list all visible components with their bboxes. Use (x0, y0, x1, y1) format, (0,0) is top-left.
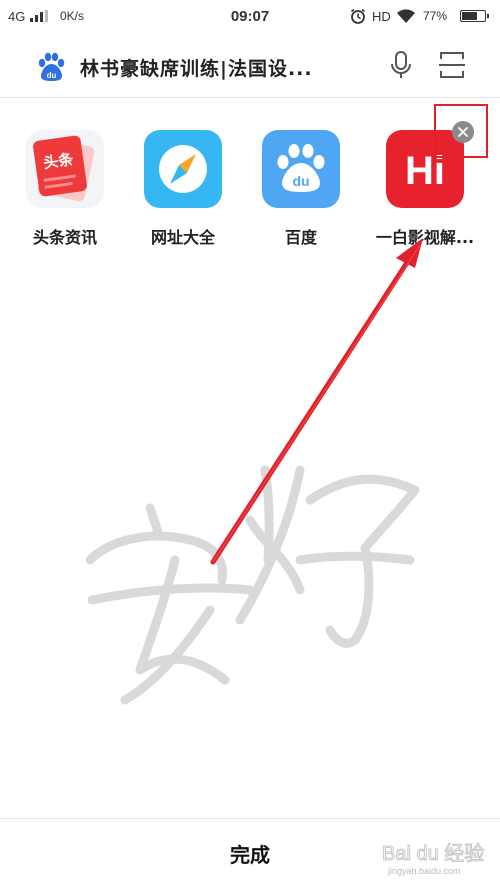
search-query-title[interactable]: 林书豪缺席训练|法国设... (80, 54, 313, 81)
battery-icon (460, 10, 489, 22)
app-url-directory[interactable]: 网址大全 (128, 130, 238, 247)
watermark-logo: Bai du 经验 (382, 842, 485, 866)
watermark-url: jingyan.baidu.com (388, 866, 461, 876)
annotation-highlight-box (434, 104, 488, 158)
compass-icon (144, 130, 222, 208)
app-label: 网址大全 (150, 228, 215, 247)
search-header: du 林书豪缺席训练|法国设... (0, 34, 500, 98)
shortcut-grid: 头条 头条资讯 网址大全 du 百度 Hi 一白影视解... (0, 120, 500, 250)
hd-indicator: HD (372, 9, 391, 24)
app-toutiao[interactable]: 头条 头条资讯 (10, 130, 120, 247)
app-label: 百度 (284, 228, 317, 247)
handwriting-strokes (85, 465, 420, 705)
svg-text:du: du (47, 71, 57, 80)
baidu-jingyan-watermark: Bai du 经验 jingyan.baidu.com (378, 838, 488, 878)
app-label: 一白影视解... (375, 228, 475, 247)
red-arrow (210, 238, 423, 565)
battery-fill (462, 12, 478, 20)
toutiao-news-icon: 头条 (26, 130, 104, 208)
alarm-icon (351, 8, 365, 24)
status-bar: 4G 0K/s 09:07 HD 77% (0, 0, 500, 34)
app-label: 头条资讯 (32, 228, 97, 247)
scan-icon[interactable] (438, 50, 466, 80)
baidu-logo-icon[interactable]: du (36, 52, 66, 82)
baidu-tile-text: du (292, 173, 309, 189)
done-button[interactable]: 完成 (200, 839, 300, 871)
microphone-icon[interactable] (388, 50, 414, 80)
watermark-brand: Bai du 经验 (382, 842, 484, 865)
baidu-paw-icon: du (262, 130, 340, 208)
app-baidu[interactable]: du 百度 (246, 130, 356, 247)
battery-percent: 77% (423, 9, 448, 23)
wifi-icon (397, 9, 415, 23)
